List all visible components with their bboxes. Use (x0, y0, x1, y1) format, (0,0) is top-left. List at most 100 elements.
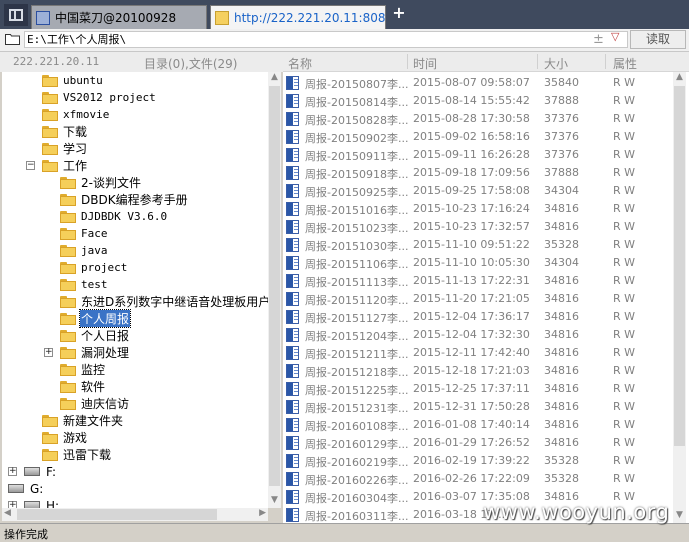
folder-icon (60, 363, 76, 376)
new-tab-button[interactable]: + (392, 5, 406, 21)
tree-item[interactable]: G: (8, 480, 44, 497)
file-row[interactable]: 周报-20151225李... 2015-12-25 17:37:11 34816 R… (283, 380, 683, 398)
tree-item-label: 2-谈判文件 (81, 176, 141, 190)
file-row[interactable]: 周报-20151211李... 2015-12-11 17:42:40 34816 R… (283, 344, 683, 362)
tree-item[interactable]: 迅雷下载 (42, 446, 112, 463)
file-attr: R W (613, 274, 636, 287)
file-row[interactable]: 周报-20150828李... 2015-08-28 17:30:58 37376 R… (283, 110, 683, 128)
tree-horizontal-scrollbar[interactable]: ◀ ▶ (2, 508, 268, 521)
file-time: 2015-11-10 09:51:22 (413, 238, 530, 251)
word-document-icon (286, 310, 299, 324)
tree-item[interactable]: xfmovie (42, 106, 110, 123)
file-row[interactable]: 周报-20160129李... 2016-01-29 17:26:52 34816 R… (283, 434, 683, 452)
directory-tree[interactable]: ubuntu VS2012 project xfmovie 下载 学习 − 工作 2-谈判文件… (2, 72, 268, 508)
scroll-up-icon[interactable]: ▲ (268, 72, 281, 85)
tree-item[interactable]: ubuntu (42, 72, 104, 89)
file-name: 周报-20150902李... (305, 132, 409, 145)
word-document-icon (286, 508, 299, 522)
tree-item-label: 漏洞处理 (81, 346, 130, 360)
file-row[interactable]: 周报-20151030李... 2015-11-10 09:51:22 35328 R… (283, 236, 683, 254)
scroll-thumb[interactable] (674, 86, 685, 446)
tree-item[interactable]: 下载 (42, 123, 88, 140)
scroll-down-icon[interactable]: ▼ (673, 510, 686, 523)
file-row[interactable]: 周报-20151204李... 2015-12-04 17:32:30 34816 R… (283, 326, 683, 344)
tree-item[interactable]: 个人周报 (60, 309, 132, 328)
file-row[interactable]: 周报-20150807李... 2015-08-07 09:58:07 35840 R… (283, 74, 683, 92)
file-list-scrollbar[interactable]: ▲ ▼ (673, 72, 686, 523)
add-bookmark-icon[interactable]: ± (593, 32, 604, 47)
file-row[interactable]: 周报-20150925李... 2015-09-25 17:58:08 34304 R… (283, 182, 683, 200)
tree-item[interactable]: DJDBDK V3.6.0 (60, 208, 168, 225)
file-row[interactable]: 周报-20151113李... 2015-11-13 17:22:31 34816 R… (283, 272, 683, 290)
tree-item-label: 软件 (81, 380, 106, 394)
folder-icon (60, 244, 76, 257)
file-row[interactable]: 周报-20160226李... 2016-02-26 17:22:09 35328 R… (283, 470, 683, 488)
tree-item[interactable]: + H: (8, 497, 60, 508)
tree-item[interactable]: 东进D系列数字中继语音处理板用户 (60, 293, 268, 310)
tree-item[interactable]: 学习 (42, 140, 88, 157)
file-row[interactable]: 周报-20151218李... 2015-12-18 17:21:03 34816 R… (283, 362, 683, 380)
window-menu-icon[interactable] (4, 4, 28, 26)
scroll-down-icon[interactable]: ▼ (268, 495, 281, 508)
scroll-left-icon[interactable]: ◀ (4, 508, 11, 518)
tab-file-manager[interactable]: http://222.221.20.11:8080/... (210, 5, 386, 29)
tree-vertical-scrollbar[interactable]: ▲ ▼ (268, 72, 281, 508)
file-row[interactable]: 周报-20160219李... 2016-02-19 17:39:22 35328 R… (283, 452, 683, 470)
file-row[interactable]: 周报-20150814李... 2015-08-14 15:55:42 37888 R… (283, 92, 683, 110)
tree-item[interactable]: project (60, 259, 128, 276)
app-icon (36, 10, 50, 25)
file-row[interactable]: 周报-20151023李... 2015-10-23 17:32:57 34816 R… (283, 218, 683, 236)
file-row[interactable]: 周报-20150918李... 2015-09-18 17:09:56 37888 R… (283, 164, 683, 182)
file-name: 周报-20160311李... (305, 510, 409, 523)
tree-item[interactable]: + F: (8, 463, 57, 480)
column-attr[interactable]: 属性 (613, 55, 637, 72)
tree-item[interactable]: 监控 (60, 361, 106, 378)
tree-item[interactable]: + 漏洞处理 (44, 344, 130, 361)
path-dropdown-icon[interactable]: ▽ (611, 30, 619, 43)
tree-item[interactable]: test (60, 276, 109, 293)
file-size: 37376 (544, 112, 579, 125)
folder-icon (60, 261, 76, 274)
tree-item[interactable]: 个人日报 (60, 327, 130, 344)
scroll-up-icon[interactable]: ▲ (673, 72, 686, 85)
file-row[interactable]: 周报-20151120李... 2015-11-20 17:21:05 34816 R… (283, 290, 683, 308)
column-name[interactable]: 名称 (288, 55, 312, 72)
word-document-icon (286, 454, 299, 468)
tree-item[interactable]: 2-谈判文件 (60, 174, 142, 191)
tree-item-label: java (81, 244, 108, 257)
drive-icon (8, 484, 24, 493)
file-row[interactable]: 周报-20150902李... 2015-09-02 16:58:16 37376 R… (283, 128, 683, 146)
scroll-right-icon[interactable]: ▶ (259, 508, 266, 518)
expand-icon[interactable]: + (8, 467, 17, 476)
tree-item[interactable]: DBDK编程参考手册 (60, 191, 189, 208)
expand-icon[interactable]: + (8, 501, 17, 508)
read-button[interactable]: 读取 (630, 30, 686, 49)
file-row[interactable]: 周报-20151106李... 2015-11-10 10:05:30 34304 R… (283, 254, 683, 272)
tree-item-label: 监控 (81, 363, 106, 377)
tab-caidao[interactable]: 中国菜刀@20100928 (31, 5, 207, 29)
tree-item[interactable]: VS2012 project (42, 89, 157, 106)
tree-item[interactable]: 软件 (60, 378, 106, 395)
collapse-icon[interactable]: − (26, 161, 35, 170)
file-row[interactable]: 周报-20160108李... 2016-01-08 17:40:14 34816 R… (283, 416, 683, 434)
file-row[interactable]: 周报-20150911李... 2015-09-11 16:26:28 37376 R… (283, 146, 683, 164)
column-size[interactable]: 大小 (544, 55, 568, 72)
file-list[interactable]: 名称 时间 大小 属性 周报-20150807李... 2015-08-07 09… (283, 52, 689, 523)
file-time: 2015-10-23 17:32:57 (413, 220, 530, 233)
tree-item[interactable]: Face (60, 225, 109, 242)
tree-item[interactable]: java (60, 242, 109, 259)
tree-item[interactable]: 游戏 (42, 429, 88, 446)
expand-icon[interactable]: + (44, 348, 53, 357)
scroll-thumb[interactable] (17, 509, 217, 520)
file-row[interactable]: 周报-20151231李... 2015-12-31 17:50:28 34816 R… (283, 398, 683, 416)
file-row[interactable]: 周报-20151016李... 2015-10-23 17:16:24 34816 R… (283, 200, 683, 218)
column-time[interactable]: 时间 (413, 55, 437, 72)
tree-item[interactable]: − 工作 (26, 157, 88, 174)
tree-item[interactable]: 新建文件夹 (42, 412, 124, 429)
tree-item[interactable]: 迪庆信访 (60, 395, 130, 412)
file-row[interactable]: 周报-20151127李... 2015-12-04 17:36:17 34816 R… (283, 308, 683, 326)
scroll-thumb[interactable] (269, 86, 280, 486)
path-input[interactable]: E:\工作\个人周报\ (24, 31, 628, 48)
folder-icon (60, 295, 76, 308)
tab-label: http://222.221.20.11:8080/... (234, 10, 386, 25)
